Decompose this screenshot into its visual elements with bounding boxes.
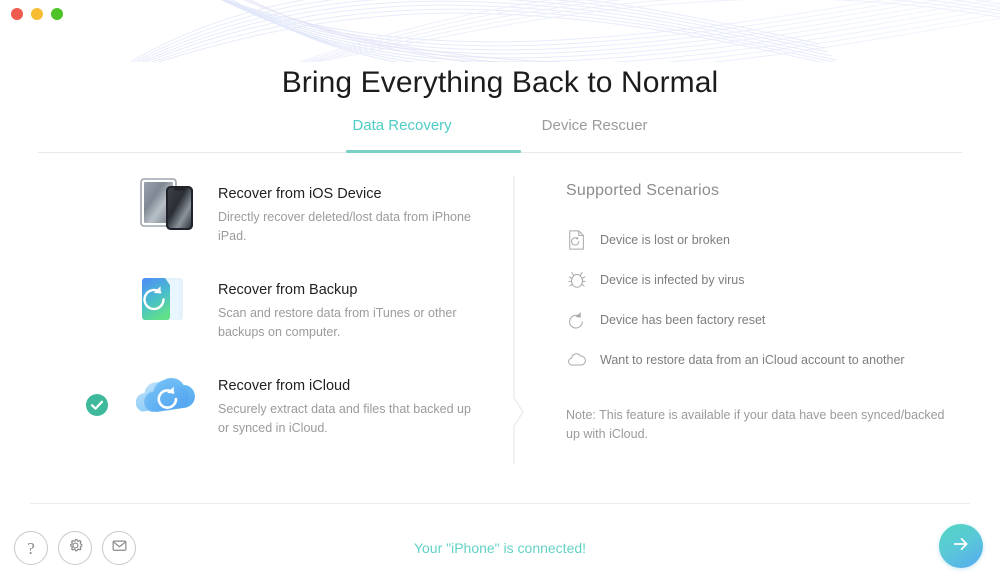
option-description: Scan and restore data from iTunes or oth… [218, 306, 457, 339]
option-recover-from-ios-device[interactable]: Recover from iOS Device Directly recover… [80, 172, 500, 268]
connection-status: Your "iPhone" is connected! [413, 540, 587, 556]
titlebar [0, 0, 1000, 30]
supported-scenarios-panel: Supported Scenarios Device is lost or br… [566, 182, 966, 445]
minimize-button[interactable] [31, 8, 43, 20]
selected-check-icon [86, 394, 108, 416]
scenario-label: Device has been factory reset [600, 313, 766, 327]
option-text: Recover from iCloud Securely extract dat… [218, 364, 480, 437]
cloud-icon [566, 348, 588, 372]
backup-folder-icon [136, 268, 200, 332]
scenario-device-infected-by-virus: Device is infected by virus [566, 260, 966, 300]
main-content: Recover from iOS Device Directly recover… [0, 172, 1000, 472]
document-restore-icon [566, 228, 588, 252]
next-button[interactable] [939, 524, 983, 568]
undo-arrow-icon [566, 308, 588, 332]
traffic-lights [11, 8, 63, 20]
option-description: Securely extract data and files that bac… [218, 402, 471, 435]
scenario-label: Want to restore data from an iCloud acco… [600, 353, 905, 367]
footer-bar: ? Your "iPhone" is connected! [0, 504, 1000, 580]
tab-device-rescuer[interactable]: Device Rescuer [536, 118, 654, 151]
arrow-right-icon [950, 533, 972, 560]
icloud-note: Note: This feature is available if your … [566, 408, 945, 442]
scenario-label: Device is lost or broken [600, 233, 730, 247]
option-recover-from-backup[interactable]: Recover from Backup Scan and restore dat… [80, 268, 500, 364]
scenario-label: Device is infected by virus [600, 273, 745, 287]
option-title: Recover from iCloud [218, 378, 351, 394]
page-title: Bring Everything Back to Normal [281, 66, 719, 99]
app-window: Bring Everything Back to Normal Data Rec… [0, 0, 1000, 580]
supported-scenarios-heading: Supported Scenarios [566, 182, 720, 199]
scenario-device-lost-or-broken: Device is lost or broken [566, 220, 966, 260]
option-description: Directly recover deleted/lost data from … [218, 210, 471, 243]
option-text: Recover from iOS Device Directly recover… [218, 172, 480, 245]
tab-data-recovery[interactable]: Data Recovery [346, 118, 457, 151]
column-divider [513, 176, 524, 464]
recovery-mode-list: Recover from iOS Device Directly recover… [80, 172, 500, 460]
scenario-device-factory-reset: Device has been factory reset [566, 300, 966, 340]
option-title: Recover from iOS Device [218, 186, 382, 202]
option-title: Recover from Backup [218, 282, 358, 298]
scenario-restore-icloud-to-another: Want to restore data from an iCloud acco… [566, 340, 966, 380]
option-recover-from-icloud[interactable]: Recover from iCloud Securely extract dat… [80, 364, 500, 460]
option-text: Recover from Backup Scan and restore dat… [218, 268, 480, 341]
ios-device-icon [136, 172, 200, 236]
close-button[interactable] [11, 8, 23, 20]
bug-icon [566, 268, 588, 292]
icloud-restore-icon [136, 364, 200, 428]
tab-bar: Data Recovery Device Rescuer [0, 118, 1000, 154]
zoom-button[interactable] [51, 8, 63, 20]
